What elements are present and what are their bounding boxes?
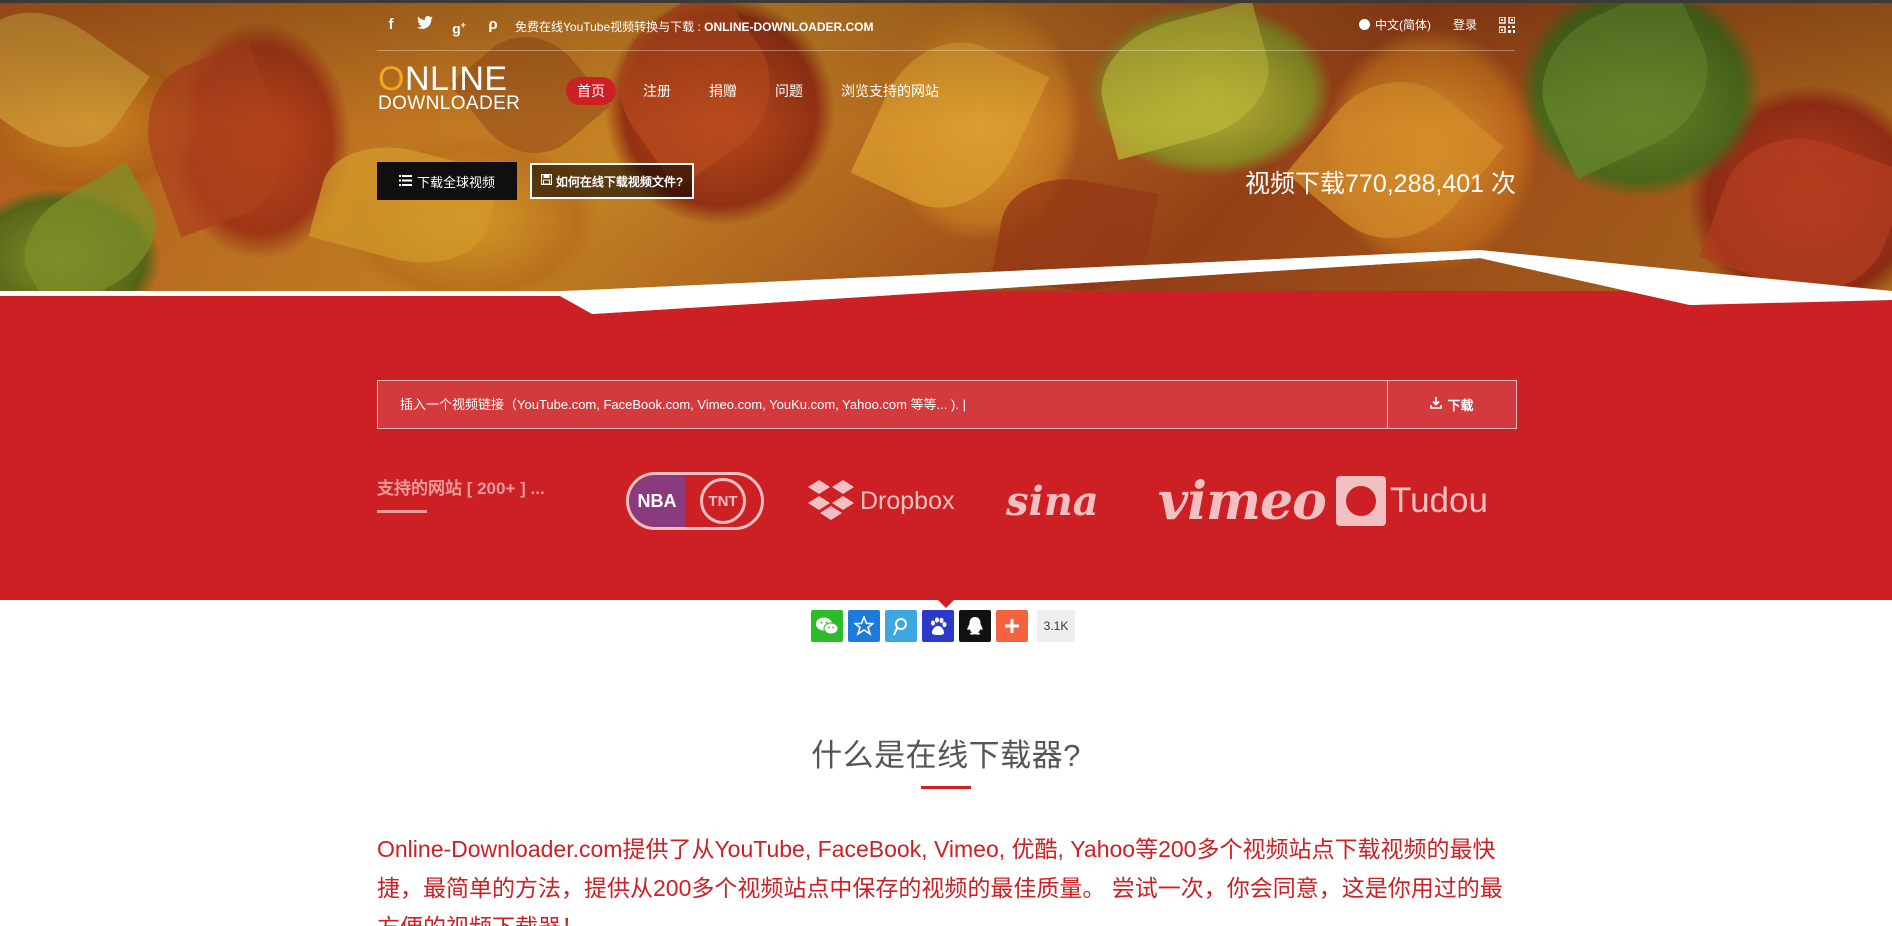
vimeo-logo[interactable]: vimeo: [1158, 466, 1327, 536]
url-search-bar: 下载: [377, 380, 1517, 429]
vimeo-text: vimeo: [1158, 470, 1327, 532]
how-to-download-label: 如何在线下载视频文件?: [555, 174, 684, 189]
nba-text: NBA: [629, 475, 685, 527]
supported-site-logos: NBA TNT Dropbox sina vimeo Tudou: [626, 466, 1496, 536]
video-url-input[interactable]: [378, 381, 1387, 428]
how-to-download-button[interactable]: 如何在线下载视频文件?: [530, 163, 694, 199]
tudou-logo[interactable]: Tudou: [1336, 466, 1496, 536]
download-button[interactable]: 下载: [1387, 381, 1516, 428]
tencent-weibo-icon[interactable]: [885, 610, 917, 642]
about-underline: [921, 786, 971, 789]
dropbox-icon: [808, 480, 854, 520]
social-links: f g+ ρ: [383, 16, 501, 37]
sina-text: sina: [1006, 477, 1099, 525]
globe-icon: [1358, 19, 1370, 30]
facebook-icon[interactable]: f: [383, 16, 399, 34]
tudou-text: Tudou: [1390, 481, 1488, 520]
logo-line2: DOWNLOADER: [378, 93, 521, 114]
login-link[interactable]: 登录: [1453, 16, 1477, 33]
top-bar: f g+ ρ 免费在线YouTube视频转换与下载 : ONLINE-DOWNL…: [377, 12, 1516, 40]
wechat-icon[interactable]: [811, 610, 843, 642]
share-bar: 3.1K: [811, 610, 1075, 642]
tagline-site: ONLINE-DOWNLOADER.COM: [704, 20, 874, 34]
qr-code-icon[interactable]: [1498, 15, 1516, 34]
download-counter: 视频下载770,288,401 次: [1245, 170, 1516, 198]
page: f g+ ρ 免费在线YouTube视频转换与下载 : ONLINE-DOWNL…: [0, 0, 1892, 926]
main-nav: 首页 注册 捐赠 问题 浏览支持的网站: [566, 77, 950, 105]
twitter-icon[interactable]: [417, 16, 433, 34]
download-icon: [1430, 397, 1443, 412]
nav-donate[interactable]: 捐赠: [698, 77, 748, 105]
nba-tnt-logo[interactable]: NBA TNT: [626, 466, 766, 536]
tagline: 免费在线YouTube视频转换与下载 : ONLINE-DOWNLOADER.C…: [515, 20, 874, 34]
dropbox-text: Dropbox: [860, 486, 955, 515]
list-icon: [398, 174, 412, 189]
supported-underline: [377, 510, 427, 513]
language-label: 中文(简体): [1374, 18, 1431, 32]
download-button-label: 下载: [1447, 398, 1474, 413]
share-caret: [938, 600, 954, 608]
sina-logo[interactable]: sina: [1006, 466, 1106, 536]
top-divider: [377, 50, 1515, 51]
red-section: [0, 291, 1892, 600]
share-count: 3.1K: [1037, 610, 1075, 642]
google-plus-icon[interactable]: g+: [451, 16, 467, 37]
dropbox-logo[interactable]: Dropbox: [806, 466, 956, 536]
qq-icon[interactable]: [959, 610, 991, 642]
top-right-menu: 中文(简体) 登录: [1358, 15, 1516, 34]
about-title: 什么是在线下载器?: [811, 738, 1081, 773]
site-logo[interactable]: ONLINE DOWNLOADER: [378, 62, 520, 113]
language-selector[interactable]: 中文(简体): [1358, 16, 1431, 33]
nav-home[interactable]: 首页: [566, 77, 616, 105]
hero-banner: [0, 0, 1892, 310]
about-description: Online-Downloader.com提供了从YouTube, FaceBo…: [377, 836, 1503, 926]
download-global-label: 下载全球视频: [416, 174, 495, 190]
qzone-icon[interactable]: [848, 610, 880, 642]
nav-register[interactable]: 注册: [632, 77, 682, 105]
download-global-button[interactable]: 下载全球视频: [377, 162, 517, 200]
nav-supported-sites[interactable]: 浏览支持的网站: [830, 77, 950, 105]
nav-faq[interactable]: 问题: [764, 77, 814, 105]
tnt-text: TNT: [700, 478, 746, 524]
pinterest-icon[interactable]: ρ: [485, 16, 501, 34]
more-share-icon[interactable]: [996, 610, 1028, 642]
tudou-icon: [1336, 476, 1386, 526]
baidu-icon[interactable]: [922, 610, 954, 642]
save-icon: [540, 173, 552, 188]
supported-sites-label[interactable]: 支持的网站 [ 200+ ] ...: [377, 474, 545, 499]
